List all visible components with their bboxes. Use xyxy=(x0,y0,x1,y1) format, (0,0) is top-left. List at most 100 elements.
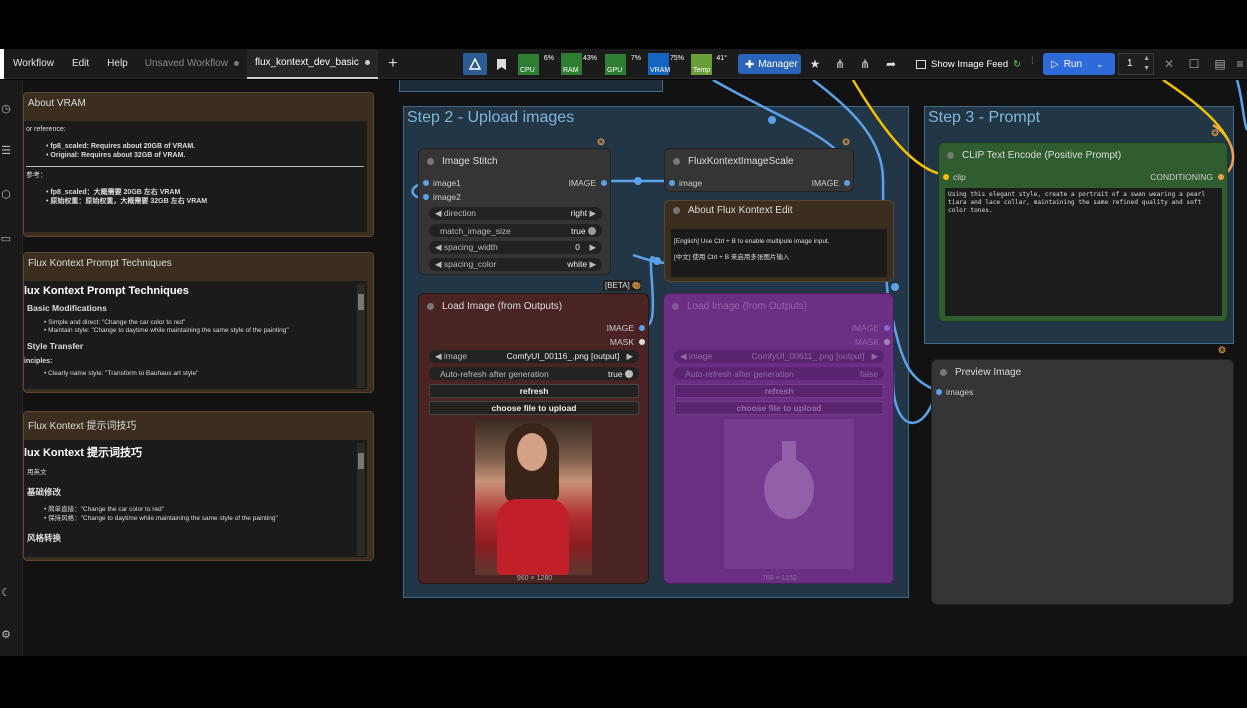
drag-handle-icon[interactable]: ⁞ xyxy=(1031,56,1034,67)
bookmark-icon[interactable] xyxy=(490,53,512,75)
manager-button[interactable]: ✚ Manager xyxy=(738,54,801,74)
node-flux-kontext-image-scale[interactable]: FluxKontextImageScale image IMAGE xyxy=(664,148,854,192)
collapse-dot-icon[interactable] xyxy=(673,157,680,165)
output-socket[interactable] xyxy=(884,339,890,345)
node-library-cube-icon[interactable]: ⬡ xyxy=(0,188,12,202)
output-socket[interactable] xyxy=(639,325,645,331)
collapse-dot-icon[interactable] xyxy=(672,302,679,310)
note-body: or reference: • fp8_scaled: Requires abo… xyxy=(24,121,367,232)
stepper-arrows-icon[interactable]: ▲ ▼ xyxy=(1143,54,1150,74)
output-socket[interactable] xyxy=(601,180,607,186)
image-combo[interactable]: ◀ image ComfyUI_00611_.png [output] ▶ xyxy=(674,350,884,363)
theme-moon-icon[interactable]: ☾ xyxy=(0,586,12,600)
manager-label: Manager xyxy=(758,58,798,70)
run-count-stepper[interactable]: 1 ▲ ▼ xyxy=(1118,53,1154,75)
text: [English] Use Ctrl + B to enable multipu… xyxy=(674,238,830,245)
note-about-flux-kontext-edit[interactable]: About Flux Kontext Edit [English] Use Ct… xyxy=(664,200,894,282)
more-menu-icon[interactable]: ≡ xyxy=(1233,53,1247,75)
node-header[interactable]: Preview Image xyxy=(932,360,1233,384)
play-icon: ▷ xyxy=(1051,58,1059,70)
scroll-thumb[interactable] xyxy=(358,294,364,310)
image-combo[interactable]: ◀ image ComfyUI_00116_.png [output] ▶ xyxy=(429,350,639,363)
refresh-button[interactable]: refresh xyxy=(674,384,884,398)
collapse-dot-icon[interactable] xyxy=(427,157,434,165)
prompt-textarea[interactable]: Using this elegant style, create a portr… xyxy=(945,188,1222,316)
auto-refresh-toggle[interactable]: Auto-refresh after generation false xyxy=(674,367,884,380)
toggle-knob-icon xyxy=(588,227,596,236)
text: [中文] 使用 Ctrl + B 来启用多张图片输入 xyxy=(674,254,790,261)
collapse-dot-icon[interactable] xyxy=(940,368,947,376)
node-image-stitch[interactable]: Image Stitch image1 image2 IMAGE ◀ direc… xyxy=(418,148,611,275)
value: true xyxy=(607,368,623,379)
collapse-dot-icon[interactable] xyxy=(427,302,434,310)
input-socket[interactable] xyxy=(936,389,942,395)
note-scrollbar[interactable] xyxy=(357,284,365,388)
model-library-folder-icon[interactable]: ▭ xyxy=(0,232,12,246)
text: • Maintain style: "Change to daytime whi… xyxy=(44,327,289,334)
note-about-vram[interactable]: About VRAM or reference: • fp8_scaled: R… xyxy=(23,92,374,237)
refresh-button[interactable]: refresh xyxy=(429,384,639,398)
collapse-dot-icon[interactable] xyxy=(673,207,680,214)
note-scrollbar[interactable] xyxy=(357,443,365,556)
node-load-image-2-bypassed[interactable]: Load Image (from Outputs) IMAGE MASK ◀ i… xyxy=(663,293,894,584)
share-arrow-icon[interactable]: ➦ xyxy=(880,53,902,75)
widget-value: ComfyUI_00116_.png [output] ▶ xyxy=(506,351,633,361)
value: 0 xyxy=(575,242,581,252)
output-socket[interactable] xyxy=(884,325,890,331)
node-preview-image[interactable]: Preview Image images xyxy=(931,359,1234,605)
node-load-image-1[interactable]: Load Image (from Outputs) IMAGE MASK ◀ i… xyxy=(418,293,649,584)
run-dropdown-chevron-icon[interactable]: ⌄ xyxy=(1096,59,1104,70)
input-socket[interactable] xyxy=(669,180,675,186)
menu-workflow[interactable]: Workflow xyxy=(4,58,63,69)
queue-list-icon[interactable]: ☰ xyxy=(0,144,12,158)
auto-refresh-toggle[interactable]: Auto-refresh after generation true xyxy=(429,367,639,380)
text: • 简单直接："Change the car color to red" xyxy=(44,506,164,513)
menu-help[interactable]: Help xyxy=(98,58,137,69)
scroll-thumb[interactable] xyxy=(358,453,364,469)
text: fp8_scaled: Requires about 20GB of VRAM. xyxy=(50,143,196,150)
node-header[interactable]: CLIP Text Encode (Positive Prompt) xyxy=(939,143,1227,167)
match-image-size-toggle[interactable]: match_image_size true xyxy=(429,224,602,237)
note-title: Flux Kontext Prompt Techniques xyxy=(28,258,172,269)
node-header[interactable]: Load Image (from Outputs) xyxy=(419,294,648,318)
direction-combo[interactable]: ◀ direction right ▶ xyxy=(429,207,602,220)
node-clip-text-encode-positive[interactable]: CLIP Text Encode (Positive Prompt) clip … xyxy=(938,142,1228,322)
history-icon[interactable]: ◷ xyxy=(0,102,12,116)
tab-flux-kontext[interactable]: flux_kontext_dev_basic xyxy=(246,48,378,79)
output-socket[interactable] xyxy=(844,180,850,186)
window-square-icon[interactable]: ☐ xyxy=(1183,53,1205,75)
run-button[interactable]: ▷ Run ⌄ xyxy=(1043,53,1115,75)
output-label: CONDITIONING xyxy=(1150,172,1213,182)
input-socket[interactable] xyxy=(423,194,429,200)
new-tab-plus-icon[interactable]: + xyxy=(382,53,404,75)
star-icon[interactable]: ★ xyxy=(804,53,826,75)
share-tree-icon[interactable]: ⋔ xyxy=(829,53,851,75)
settings-gear-icon[interactable]: ⚙ xyxy=(0,628,12,642)
note-prompt-techniques[interactable]: Flux Kontext Prompt Techniques lux Konte… xyxy=(23,252,374,393)
graph-canvas[interactable]: Step 2 - Upload images Step 3 - Prompt A… xyxy=(23,80,1247,656)
text: or reference: xyxy=(26,126,66,133)
spacing-width-number[interactable]: ◀ spacing_width 0 ▶ xyxy=(429,241,602,254)
node-header[interactable]: Image Stitch xyxy=(419,149,610,173)
node-title: Load Image (from Outputs) xyxy=(442,300,563,312)
node-header[interactable]: Load Image (from Outputs) xyxy=(664,294,893,318)
panel-layout-icon[interactable]: ▤ xyxy=(1209,53,1231,75)
node-header[interactable]: FluxKontextImageScale xyxy=(665,149,853,173)
triangle-logo-icon xyxy=(469,58,481,70)
input-socket[interactable] xyxy=(943,174,949,180)
input-socket[interactable] xyxy=(423,180,429,186)
choose-file-button[interactable]: choose file to upload xyxy=(674,401,884,415)
collapse-dot-icon[interactable] xyxy=(947,151,954,159)
output-socket[interactable] xyxy=(1218,174,1224,180)
show-image-feed-button[interactable]: Show Image Feed ↻ xyxy=(912,54,1024,74)
choose-file-button[interactable]: choose file to upload xyxy=(429,401,639,415)
output-socket[interactable] xyxy=(639,339,645,345)
comfy-logo-button[interactable] xyxy=(463,53,487,75)
close-x-icon[interactable]: ✕ xyxy=(1158,53,1180,75)
menu-edit[interactable]: Edit xyxy=(63,58,98,69)
tab-unsaved-workflow[interactable]: Unsaved Workflow xyxy=(137,49,247,79)
note-prompt-techniques-chinese[interactable]: Flux Kontext 提示词技巧 lux Kontext 提示词技巧 用英文… xyxy=(23,411,374,561)
share-tree-alt-icon[interactable]: ⋔ xyxy=(854,53,876,75)
monitor-label: Temp xyxy=(693,67,711,74)
spacing-color-combo[interactable]: ◀ spacing_color white ▶ xyxy=(429,258,602,271)
